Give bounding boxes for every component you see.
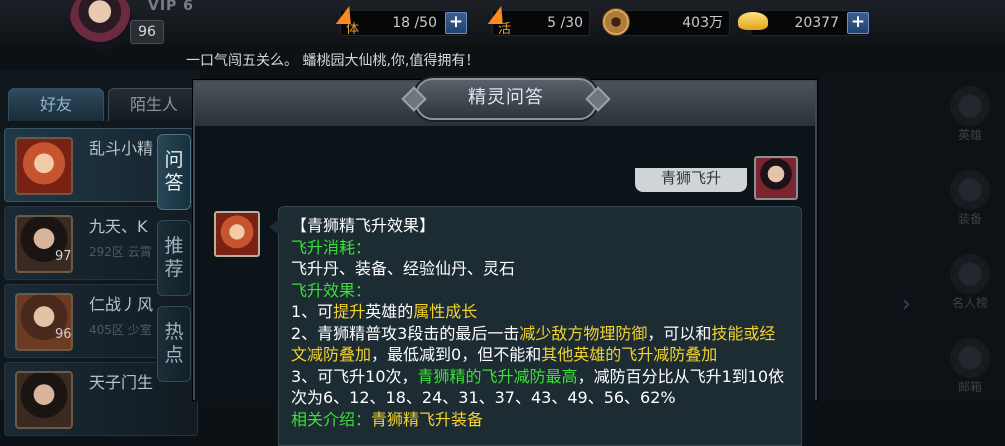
related-label: 相关介绍： (291, 409, 372, 429)
tab-friends[interactable]: 好友 (8, 88, 104, 121)
spirit-qa-dialog: 精灵问答 青狮飞升 【青狮精飞升效果】 飞升消耗： 飞升丹、装备、经验仙丹、灵石… (193, 78, 817, 446)
stamina-icon-label: 体 (346, 22, 360, 37)
hero-icon (950, 86, 990, 126)
my-avatar (754, 156, 798, 200)
cost-text: 飞升丹、装备、经验仙丹、灵石 (291, 259, 516, 278)
related-link[interactable]: 青狮精飞升装备 (371, 410, 483, 429)
stamina-icon: 体 (332, 6, 362, 37)
right-menu-hero[interactable]: 英雄 (940, 86, 1000, 143)
activity-icon-label: 活 (498, 22, 512, 37)
spirit-avatar (214, 211, 260, 257)
scrolling-notice: 一口气闯五关么。 蟠桃园大仙桃,你,值得拥有！ (186, 53, 480, 69)
ingot-icon (738, 6, 768, 36)
right-menu-label: 邮箱 (957, 380, 982, 394)
chat-area[interactable]: 青狮飞升 【青狮精飞升效果】 飞升消耗： 飞升丹、装备、经验仙丹、灵石 飞升效果… (195, 126, 815, 446)
effect-line-1: 1、可提升英雄的属性成长 (291, 302, 478, 321)
activity-value: 5 /30 (547, 15, 583, 31)
friend-level: 96 (55, 327, 72, 342)
dialog-title-plate: 精灵问答 (415, 78, 597, 120)
my-message-bubble: 青狮飞升 (635, 168, 747, 192)
right-menu-label: 名人榜 (951, 296, 988, 310)
equipment-icon (950, 170, 990, 210)
chevron-right-icon[interactable]: › (902, 292, 911, 317)
effect-line-2: 2、青狮精普攻3段击的最后一击减少敌方物理防御，可以和技能或经文减防叠加，最低减… (291, 323, 776, 365)
friend-avatar (15, 293, 73, 351)
dialog-header: 精灵问答 (195, 78, 815, 126)
friend-name: 天子门生 (89, 373, 154, 392)
top-status-bar: VIP 6 96 18 /50 + 体 5 /30 活 403万 20377 + (0, 0, 1005, 50)
effect-line-3: 3、可飞升10次，青狮精的飞升减防最高，减防百分比从飞升1到10依次为6、12、… (291, 366, 785, 408)
right-menu-equipment[interactable]: 装备 (940, 170, 1000, 227)
answer-bubble: 【青狮精飞升效果】 飞升消耗： 飞升丹、装备、经验仙丹、灵石 飞升效果： 1、可… (269, 206, 802, 446)
dialog-title: 精灵问答 (468, 87, 544, 108)
friend-name: 仁战丿风 (89, 295, 154, 314)
mail-icon (950, 338, 990, 378)
player-level-badge: 96 (130, 20, 164, 44)
ingot-add-button[interactable]: + (847, 12, 869, 34)
tab-strangers[interactable]: 陌生人 (108, 88, 200, 121)
side-tab-recommend[interactable]: 推荐 (157, 220, 191, 296)
right-menu-label: 装备 (957, 212, 982, 226)
right-menu-ranking[interactable]: 名人榜 (940, 254, 1000, 311)
side-tab-qa[interactable]: 问答 (157, 134, 191, 210)
coin-value: 403万 (682, 15, 723, 31)
player-avatar[interactable] (70, 0, 132, 50)
stamina-value: 18 /50 (392, 15, 437, 31)
friend-name: 九天、K (89, 217, 148, 236)
friend-avatar (15, 137, 73, 195)
activity-icon: 活 (484, 6, 514, 37)
friend-name: 乱斗小精 (89, 139, 154, 158)
friend-server: 292区 云霄 (89, 245, 152, 259)
friend-avatar (15, 371, 73, 429)
cost-label: 飞升消耗： (291, 237, 372, 257)
right-menu-mail[interactable]: 邮箱 (940, 338, 1000, 395)
effect-label: 飞升效果： (291, 280, 372, 300)
stamina-add-button[interactable]: + (445, 12, 467, 34)
friend-level: 97 (55, 249, 72, 264)
side-tab-hot[interactable]: 热点 (157, 306, 191, 382)
right-menu-label: 英雄 (957, 128, 982, 142)
ranking-icon (950, 254, 990, 294)
related-line: 相关介绍：青狮精飞升装备 (291, 409, 791, 431)
coin-icon (600, 6, 630, 36)
friend-server: 405区 少室 (89, 323, 152, 337)
answer-heading: 【青狮精飞升效果】 (291, 216, 436, 235)
vip-label: VIP 6 (148, 0, 194, 14)
ingot-value: 20377 (794, 15, 839, 31)
friend-avatar (15, 215, 73, 273)
